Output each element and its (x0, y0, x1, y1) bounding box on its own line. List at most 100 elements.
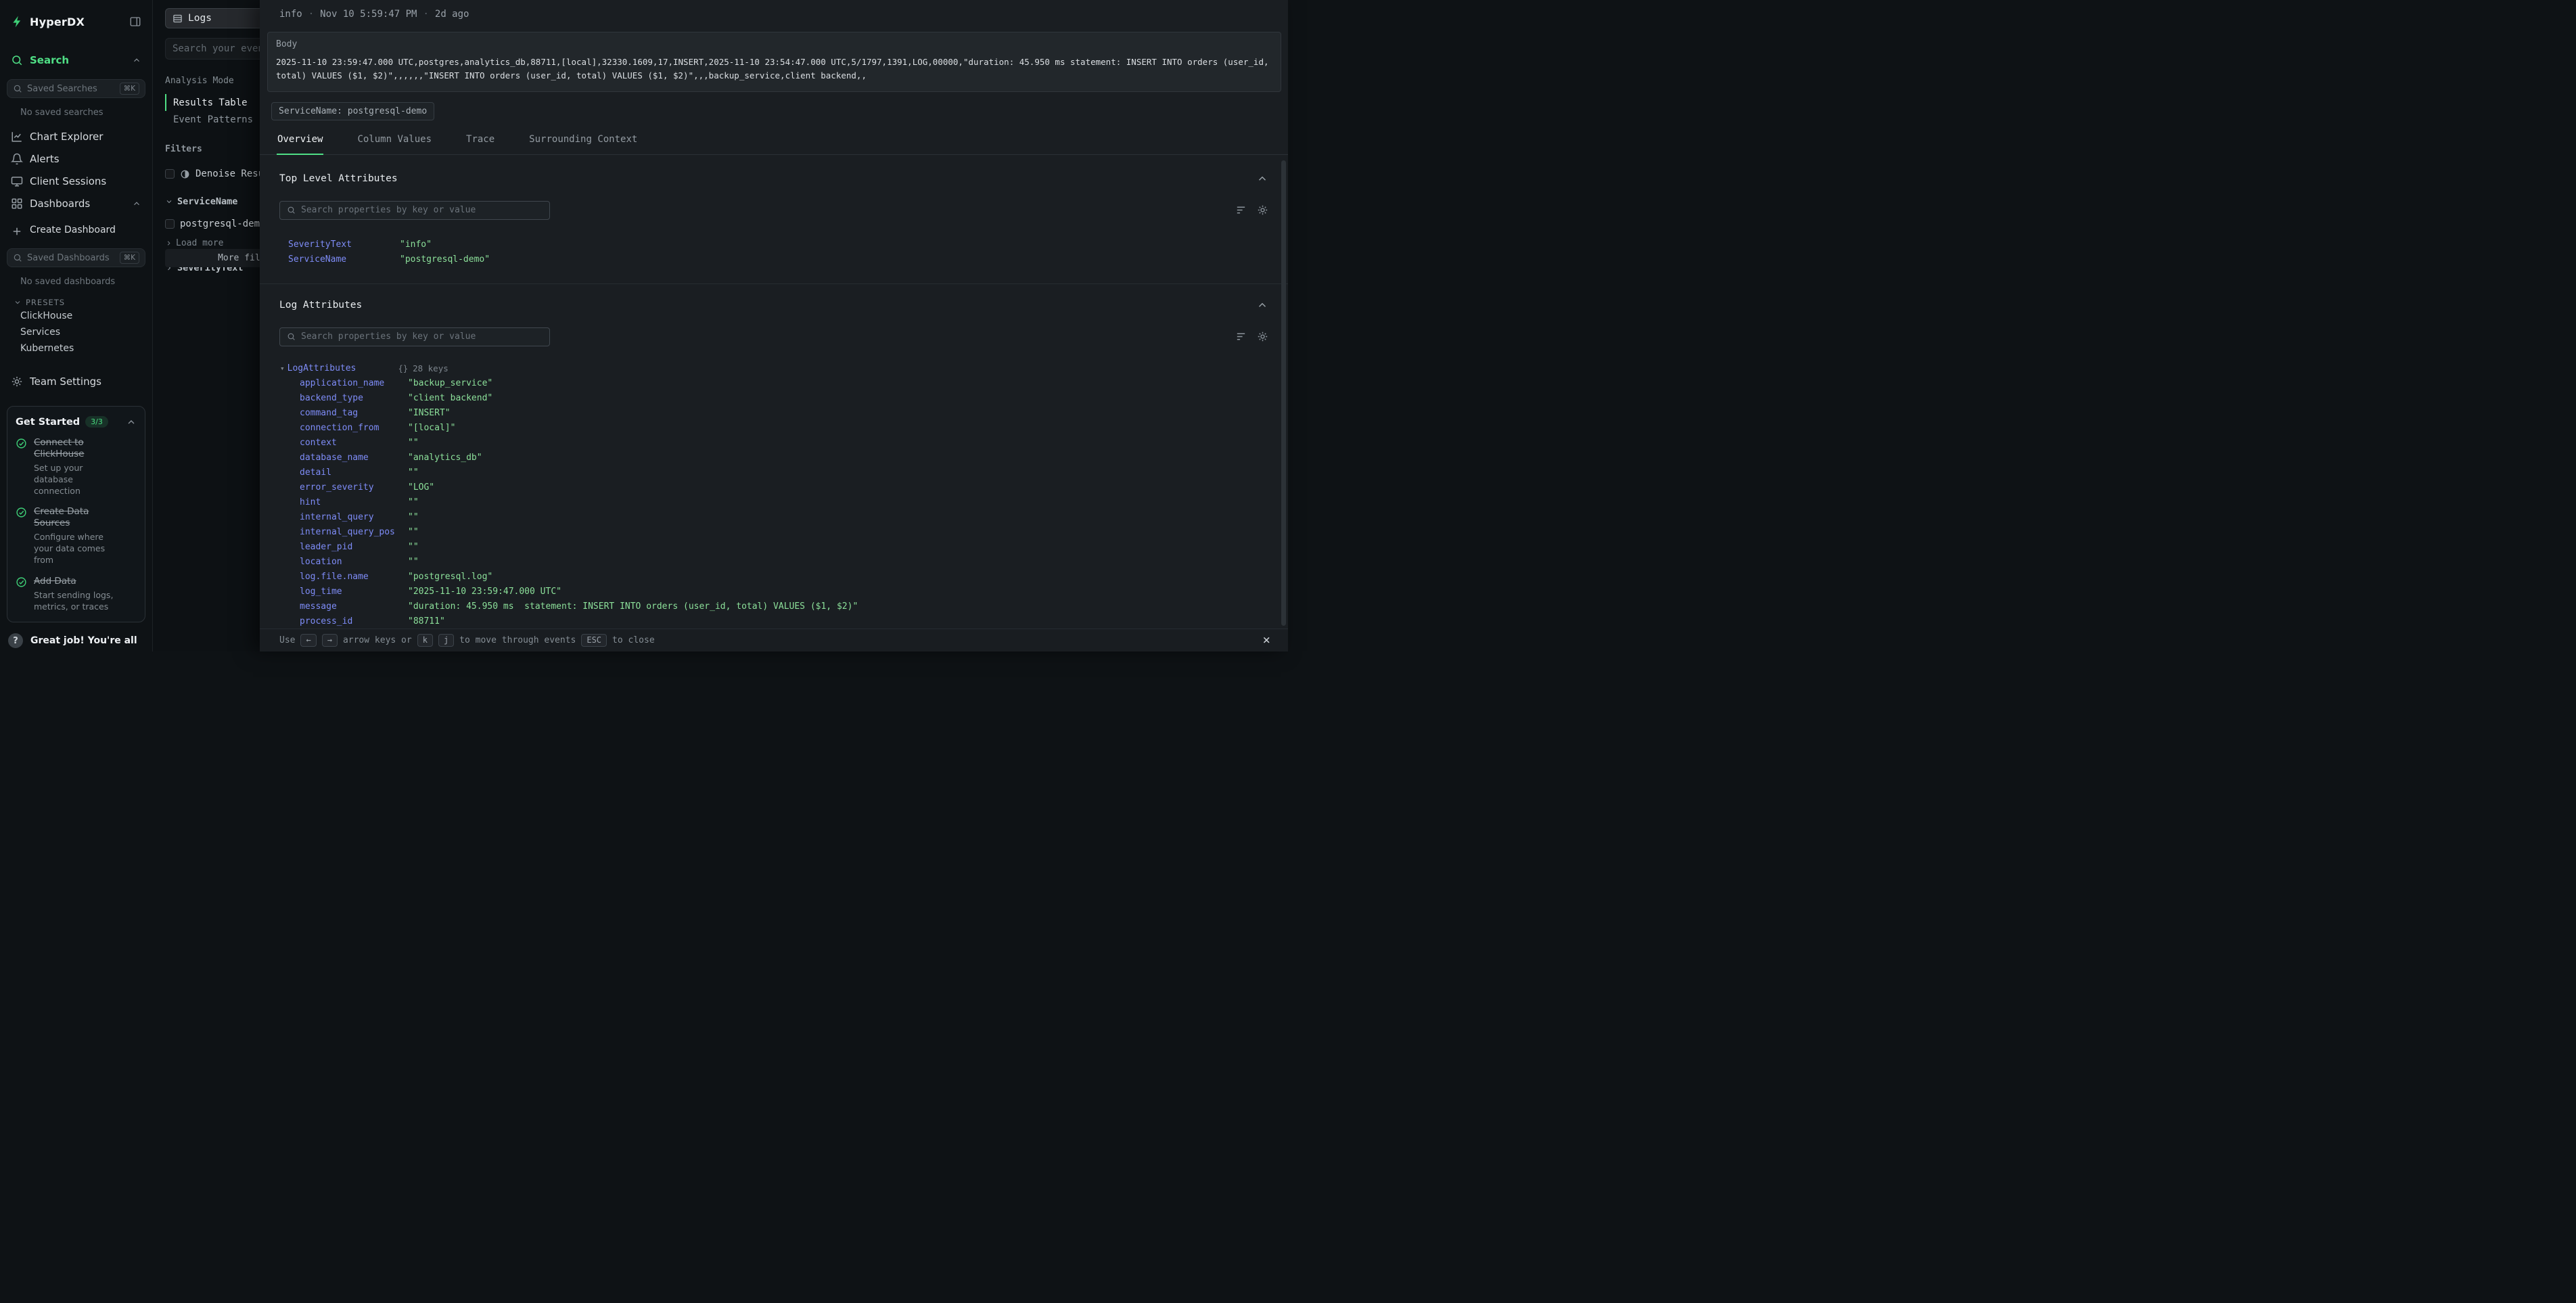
create-dashboard-button[interactable]: Create Dashboard (0, 220, 152, 240)
attribute-key[interactable]: command_tag (300, 408, 408, 418)
chevron-down-icon (14, 298, 22, 306)
plus-icon (11, 225, 23, 235)
presets-toggle[interactable]: PRESETS (14, 297, 141, 308)
attribute-key[interactable]: log.file.name (300, 572, 408, 582)
tab-trace[interactable]: Trace (465, 129, 495, 155)
attribute-value[interactable]: "" (408, 497, 419, 507)
collapse-section-icon[interactable] (1256, 299, 1268, 311)
get-started-step[interactable]: Add Data Start sending logs, metrics, or… (16, 576, 137, 613)
attribute-key[interactable]: ServiceName (288, 254, 400, 265)
saved-searches-input[interactable]: ⌘K (7, 79, 145, 98)
attribute-value[interactable]: "" (408, 527, 419, 537)
tree-expand-caret[interactable]: ▾ (280, 364, 285, 373)
step-description: Start sending logs, metrics, or traces (34, 590, 122, 613)
get-started-header[interactable]: Get Started 3/3 (16, 416, 137, 428)
preset-item[interactable]: Services (0, 324, 152, 340)
sidebar-item-chart-explorer[interactable]: Chart Explorer (0, 125, 152, 147)
attribute-key[interactable]: error_severity (300, 482, 408, 493)
attribute-value[interactable]: "" (408, 542, 419, 552)
attribute-value[interactable]: "info" (400, 239, 432, 250)
attribute-value[interactable]: "LOG" (408, 482, 434, 493)
service-name-tag[interactable]: ServiceName: postgresql-demo (271, 102, 434, 120)
chevron-up-icon (126, 417, 137, 428)
attribute-key[interactable]: location (300, 557, 408, 567)
preset-item[interactable]: Kubernetes (0, 340, 152, 357)
attribute-value[interactable]: "" (408, 467, 419, 478)
root-key[interactable]: LogAttributes (288, 363, 398, 373)
severity-text: info (279, 9, 302, 20)
attribute-value[interactable]: "postgresql-demo" (400, 254, 490, 265)
saved-dashboards-input[interactable]: ⌘K (7, 248, 145, 267)
attribute-value[interactable]: "2025-11-10 23:59:47.000 UTC" (408, 587, 561, 597)
attribute-key[interactable]: backend_type (300, 393, 408, 403)
denoise-icon (180, 169, 190, 179)
check-circle-icon (16, 576, 27, 588)
log-attributes-root: ▾ LogAttributes {} 28 keys (279, 361, 1268, 376)
attribute-key[interactable]: detail (300, 467, 408, 478)
help-icon[interactable]: ? (8, 633, 23, 648)
attribute-key[interactable]: database_name (300, 453, 408, 463)
sidebar-item-alerts[interactable]: Alerts (0, 147, 152, 170)
attribute-key[interactable]: process_id (300, 616, 408, 626)
monitor-icon (11, 175, 23, 187)
close-icon[interactable]: × (1263, 634, 1270, 647)
step-title: Add Data (34, 576, 115, 587)
sidebar-collapse-icon[interactable] (129, 16, 141, 28)
tab-column-values[interactable]: Column Values (356, 129, 432, 155)
attribute-value[interactable]: "[local]" (408, 423, 455, 433)
sidebar-item-team-settings[interactable]: Team Settings (0, 370, 152, 392)
tab-surrounding-context[interactable]: Surrounding Context (528, 129, 638, 155)
source-label: Logs (188, 13, 212, 24)
sidebar-item-dashboards[interactable]: Dashboards (0, 192, 152, 214)
attribute-value[interactable]: "INSERT" (408, 408, 451, 418)
attribute-value[interactable]: "postgresql.log" (408, 572, 492, 582)
attribute-value[interactable]: "analytics_db" (408, 453, 482, 463)
get-started-step[interactable]: Connect to ClickHouse Set up your databa… (16, 437, 137, 497)
key-arrow-left: ← (300, 634, 316, 647)
filter-lines-icon[interactable] (1235, 204, 1247, 216)
attribute-key[interactable]: context (300, 438, 408, 448)
property-search-field[interactable] (301, 332, 543, 342)
property-search-input[interactable] (279, 327, 550, 346)
attribute-key[interactable]: log_time (300, 587, 408, 597)
checkbox[interactable] (165, 219, 175, 229)
attribute-value[interactable]: "" (408, 512, 419, 522)
gear-icon[interactable] (1257, 204, 1268, 216)
attribute-key[interactable]: message (300, 601, 408, 612)
log-attributes-section: Log Attributes (260, 284, 1288, 629)
attribute-row: log.file.name "postgresql.log" (279, 570, 1268, 585)
tab-overview[interactable]: Overview (277, 129, 323, 155)
log-attribute-rows: application_name "backup_service" backen… (279, 376, 1268, 629)
attribute-row: SeverityText "info" (279, 237, 1268, 252)
attribute-row: detail "" (279, 465, 1268, 480)
collapse-section-icon[interactable] (1256, 173, 1268, 185)
attribute-key[interactable]: application_name (300, 378, 408, 388)
attribute-value[interactable]: "duration: 45.950 ms statement: INSERT I… (408, 601, 858, 612)
section-title: Log Attributes (279, 300, 362, 311)
step-title: Create Data Sources (34, 506, 115, 529)
attribute-key[interactable]: internal_query_pos (300, 527, 408, 537)
preset-item[interactable]: ClickHouse (0, 308, 152, 324)
attribute-key[interactable]: connection_from (300, 423, 408, 433)
attribute-key[interactable]: hint (300, 497, 408, 507)
sidebar-item-search[interactable]: Search (0, 49, 152, 71)
attribute-value[interactable]: "backup_service" (408, 378, 492, 388)
saved-dashboards-field[interactable] (27, 253, 115, 263)
attribute-value[interactable]: "" (408, 438, 419, 448)
attribute-value[interactable]: "88711" (408, 616, 445, 626)
attribute-key[interactable]: leader_pid (300, 542, 408, 552)
scrollbar[interactable] (1281, 160, 1286, 626)
property-search-input[interactable] (279, 201, 550, 220)
check-circle-icon (16, 438, 27, 449)
attribute-value[interactable]: "client backend" (408, 393, 492, 403)
property-search-field[interactable] (301, 205, 543, 215)
filter-lines-icon[interactable] (1235, 331, 1247, 342)
gear-icon[interactable] (1257, 331, 1268, 342)
get-started-step[interactable]: Create Data Sources Configure where your… (16, 506, 137, 566)
attribute-key[interactable]: internal_query (300, 512, 408, 522)
saved-searches-field[interactable] (27, 84, 115, 94)
attribute-key[interactable]: SeverityText (288, 239, 400, 250)
checkbox[interactable] (165, 169, 175, 179)
attribute-value[interactable]: "" (408, 557, 419, 567)
sidebar-item-client-sessions[interactable]: Client Sessions (0, 170, 152, 192)
